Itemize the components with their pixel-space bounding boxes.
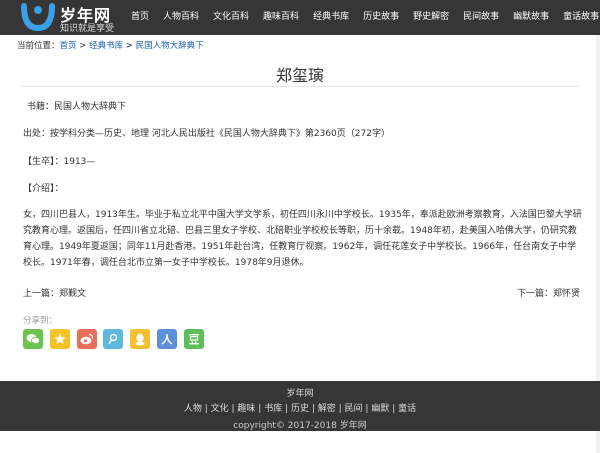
nav-folk-tales[interactable]: 民间故事 bbox=[456, 0, 506, 35]
nav-fairy-tales[interactable]: 童话故事 bbox=[556, 0, 600, 35]
page-title: 郑玺璌 bbox=[275, 66, 324, 85]
footer-link-culture[interactable]: 文化 bbox=[211, 404, 229, 414]
nav-culture[interactable]: 文化百科 bbox=[206, 0, 256, 35]
footer-brand: 岁年网 bbox=[286, 389, 314, 399]
share-tencent-weibo-button[interactable] bbox=[103, 329, 124, 349]
footer-link-history[interactable]: 历史 bbox=[291, 404, 309, 414]
next-article: 下一篇：郑怀贤 bbox=[517, 286, 580, 299]
douban-icon bbox=[188, 334, 199, 345]
footer-link-fun[interactable]: 趣味 bbox=[237, 404, 255, 414]
source-line: 出处：按学科分类—历史、地理 河北人民出版社《民国人物大辞典下》第2360页（2… bbox=[23, 129, 390, 139]
share-renren-button[interactable] bbox=[156, 329, 177, 349]
footer-copyright: copyright© 2017-2018 岁年网 bbox=[233, 421, 367, 431]
breadcrumb-separator: > bbox=[76, 41, 90, 51]
share-buttons bbox=[23, 329, 211, 349]
prev-article-link[interactable]: 郑觐文 bbox=[59, 289, 86, 299]
book-line: 书籍：民国人物大辞典下 bbox=[27, 102, 127, 112]
site-header: 岁年网 知识就是享受 首页 人物百科 文化百科 趣味百科 经典书库 历史故事 野… bbox=[0, 0, 600, 35]
nav-secret-history[interactable]: 野史解密 bbox=[406, 0, 456, 35]
breadcrumb-book[interactable]: 民国人物大辞典下 bbox=[136, 41, 204, 51]
nav-people[interactable]: 人物百科 bbox=[156, 0, 206, 35]
main-nav: 首页 人物百科 文化百科 趣味百科 经典书库 历史故事 野史解密 民间故事 幽默… bbox=[124, 0, 600, 35]
biography-text: 女，四川巴县人，1913年生。毕业于私立北平中国大学文学系，初任四川永川中学校长… bbox=[23, 210, 582, 268]
footer-link-fairy[interactable]: 童话 bbox=[398, 404, 416, 414]
breadcrumb-prefix: 当前位置： bbox=[17, 41, 60, 51]
nav-humor[interactable]: 幽默故事 bbox=[506, 0, 556, 35]
breadcrumb-home[interactable]: 首页 bbox=[60, 41, 77, 51]
footer-link-library[interactable]: 书库 bbox=[264, 404, 282, 414]
wechat-icon bbox=[26, 334, 40, 345]
footer-link-people[interactable]: 人物 bbox=[184, 404, 202, 414]
intro-label: 【介绍】： bbox=[23, 184, 64, 194]
birth-line: 【生卒】：1913— bbox=[23, 157, 96, 167]
breadcrumb-separator: > bbox=[123, 41, 136, 51]
logo-mark-icon bbox=[21, 3, 55, 32]
share-qzone-button[interactable] bbox=[49, 329, 70, 349]
share-douban-button[interactable] bbox=[183, 329, 204, 349]
prev-article: 上一篇：郑觐文 bbox=[23, 286, 86, 299]
breadcrumb-library[interactable]: 经典书库 bbox=[89, 41, 123, 51]
share-qq-button[interactable] bbox=[130, 329, 151, 349]
nav-library[interactable]: 经典书库 bbox=[306, 0, 356, 35]
site-logo[interactable]: 岁年网 知识就是享受 bbox=[20, 0, 130, 35]
next-label: 下一篇： bbox=[516, 289, 553, 299]
share-label: 分享到： bbox=[23, 316, 58, 326]
next-article-link[interactable]: 郑怀贤 bbox=[553, 289, 580, 299]
share-weibo-button[interactable] bbox=[76, 329, 97, 349]
share-wechat-button[interactable] bbox=[23, 329, 43, 349]
logo-slogan: 知识就是享受 bbox=[60, 24, 115, 34]
footer-link-folk[interactable]: 民间 bbox=[345, 404, 363, 414]
nav-fun[interactable]: 趣味百科 bbox=[256, 0, 306, 35]
footer-link-humor[interactable]: 幽默 bbox=[371, 404, 389, 414]
title-divider bbox=[20, 86, 580, 87]
footer-link-secrets[interactable]: 解密 bbox=[318, 404, 336, 414]
breadcrumb: 当前位置：首页 > 经典书库 > 民国人物大辞典下 bbox=[17, 39, 204, 51]
nav-home[interactable]: 首页 bbox=[124, 0, 156, 35]
qq-icon bbox=[135, 333, 145, 345]
prev-label: 上一篇： bbox=[23, 289, 60, 299]
renren-icon bbox=[161, 333, 173, 345]
nav-history[interactable]: 历史故事 bbox=[356, 0, 406, 35]
tencent-weibo-icon bbox=[108, 333, 118, 345]
qzone-icon bbox=[54, 333, 66, 344]
weibo-icon bbox=[80, 333, 93, 345]
footer-links: 人物 | 文化 | 趣味 | 书库 | 历史 | 解密 | 民间 | 幽默 | … bbox=[183, 404, 417, 414]
